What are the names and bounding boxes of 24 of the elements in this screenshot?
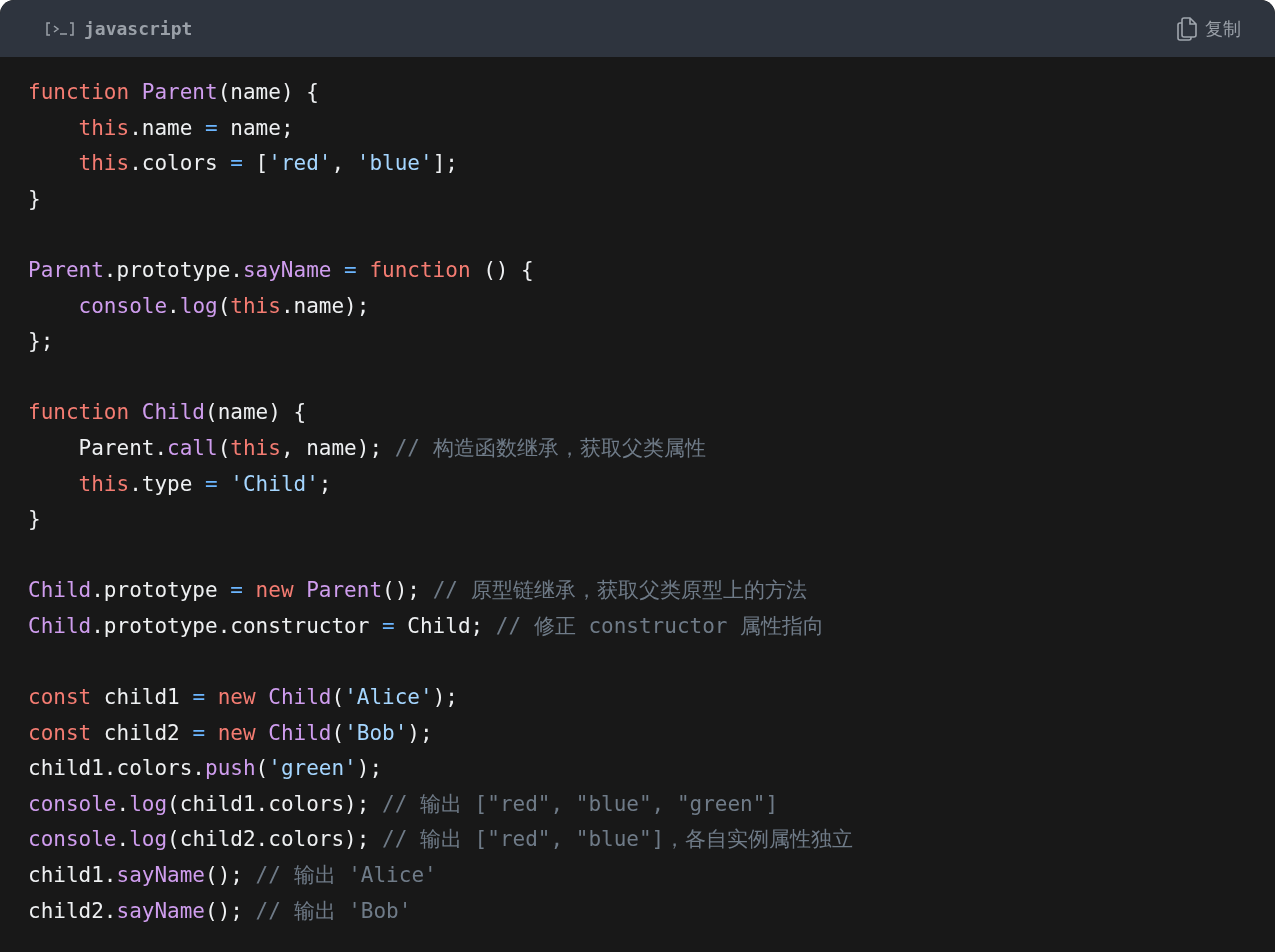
code-line: this.name = name; (77, 114, 294, 142)
code-line: this.type = 'Child'; (77, 470, 332, 498)
code-line: Child.prototype = new Parent(); // 原型链继承，获取父类原型上的方法 (28, 577, 807, 605)
terminal-icon (46, 20, 74, 37)
code-line: Parent.prototype.sayName = function () { (28, 256, 534, 284)
code-line: }; (28, 328, 54, 356)
code-line: child2.sayName(); // 输出 'Bob' (28, 897, 412, 925)
code-line: Parent.call(this, name); // 构造函数继承，获取父类属性 (77, 434, 706, 462)
code-line: } (28, 185, 41, 213)
code-line: console.log(this.name); (77, 292, 370, 320)
code-line: console.log(child2.colors); // 输出 ["red", "blue"]，各自实例属性独立 (28, 826, 854, 854)
language-label: javascript (84, 18, 193, 39)
code-line: const child1 = new Child('Alice'); (28, 684, 458, 712)
code-line: console.log(child1.colors); // 输出 ["red", "blue", "green"] (28, 790, 779, 818)
code-line: child1.sayName(); // 输出 'Alice' (28, 862, 437, 890)
copy-button[interactable]: 复制 (1177, 14, 1241, 43)
code-line: child1.colors.push('green'); (28, 755, 383, 783)
code-line: Child.prototype.constructor = Child; // 修正 constructor 属性指向 (28, 612, 825, 640)
code-line: const child2 = new Child('Bob'); (28, 719, 433, 747)
code-line: function Child(name) { (28, 399, 307, 427)
code-line: } (28, 506, 41, 534)
code-line: this.colors = ['red', 'blue']; (77, 150, 458, 178)
code-line: function Parent(name) { (28, 79, 319, 106)
copy-icon (1177, 16, 1197, 41)
